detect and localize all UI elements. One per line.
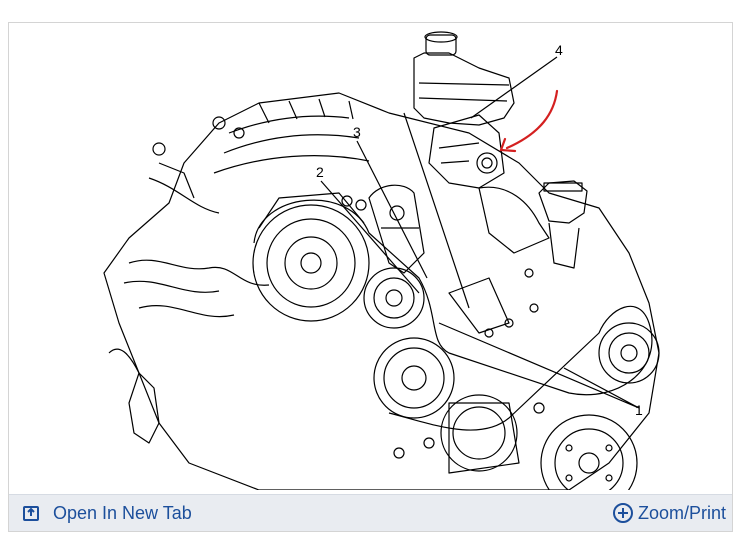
zoom-print-button[interactable]: Zoom/Print (612, 495, 726, 531)
callout-leader-4 (470, 56, 558, 119)
alternator-pulley (252, 204, 370, 322)
callout-leader-2 (320, 180, 420, 294)
open-new-tab-button[interactable]: Open In New Tab (21, 495, 192, 531)
coolant-reservoir (413, 52, 515, 126)
zoom-plus-icon (612, 502, 634, 524)
open-new-tab-icon (21, 502, 43, 524)
callout-leader-1 (438, 322, 640, 409)
zoom-print-label: Zoom/Print (637, 502, 726, 523)
open-new-tab-label: Open In New Tab (53, 502, 192, 523)
serpentine-belt (253, 199, 653, 431)
callout-2: 2 (316, 164, 324, 180)
engine-diagram: 1 2 3 4 (103, 31, 660, 490)
callout-3: 3 (353, 124, 361, 140)
red-annotation-arrow (499, 89, 559, 153)
image-viewer: 1 2 3 4 Open In New Tab Zoom/Print (8, 22, 733, 532)
water-pump (440, 394, 518, 472)
callout-4: 4 (555, 42, 563, 58)
idler-pulley (363, 267, 425, 329)
crank-pulley (373, 337, 455, 419)
image-toolbar: Open In New Tab Zoom/Print (9, 494, 732, 531)
engine-outline (103, 92, 660, 490)
callout-1: 1 (635, 402, 643, 418)
